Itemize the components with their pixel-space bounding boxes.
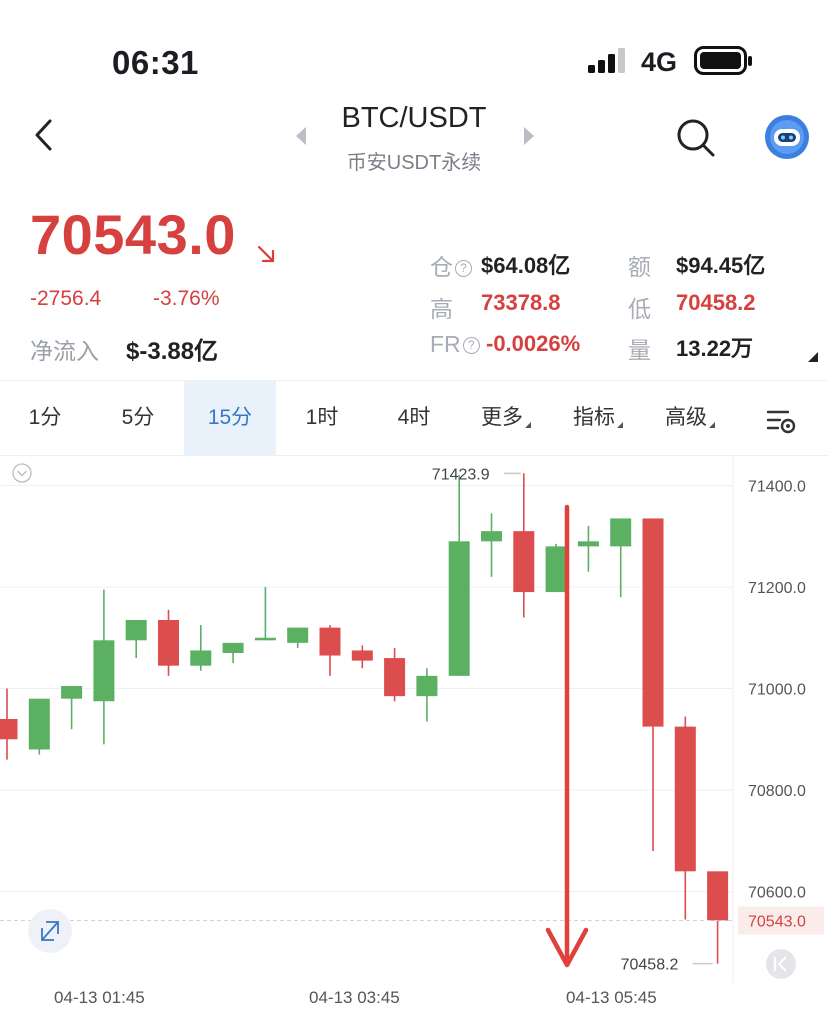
y-tick-label: 71000.0 [748,682,806,699]
tab-4h[interactable]: 4时 [368,381,460,455]
open-interest-label: 仓? [430,248,472,282]
network-type: 4G [641,47,678,77]
candle [0,688,18,760]
candle [610,518,632,598]
low-value: 70458.2 [676,290,756,315]
candle [448,475,470,676]
candle [481,513,502,577]
chart-settings-icon[interactable] [766,408,798,436]
jump-latest-icon[interactable] [766,949,796,979]
candle [416,668,438,722]
last-price-label: 70543.0 [748,914,806,931]
volume-value: 13.22万 [676,336,754,361]
help-icon[interactable]: ? [462,337,480,354]
candle [254,587,276,641]
down-arrow-icon [257,245,275,263]
y-tick-label: 70600.0 [748,885,806,902]
price-change: -2756.4 [30,287,102,310]
help-icon[interactable]: ? [455,260,472,277]
candle [384,647,406,702]
candle [319,625,341,676]
tab-advanced[interactable]: 高级 [644,381,736,455]
net-inflow-label: 净流入 [30,338,99,364]
tab-15m[interactable]: 15分 [184,381,276,455]
tab-more[interactable]: 更多 [460,381,552,455]
search-icon[interactable] [676,118,716,158]
tab-1h[interactable]: 1时 [276,381,368,455]
x-label: 04-13 01:45 [54,988,145,1007]
high-label: 高 [430,296,453,322]
candle [287,627,309,648]
candle [93,589,115,745]
candle [707,871,729,964]
low-marker-label: 70458.2 [621,957,679,974]
status-time: 06:31 [112,44,199,81]
volume-label: 量 [628,337,651,363]
low-label: 低 [628,296,651,322]
assistant-bot-icon[interactable] [764,114,810,160]
collapse-icon[interactable] [12,463,32,483]
y-tick-label: 71200.0 [748,580,806,597]
candle [545,543,567,593]
y-tick-label: 71400.0 [748,478,806,495]
candle [28,698,50,755]
battery-icon [694,46,752,75]
candle [674,716,696,920]
signal-icon [588,48,625,73]
turnover-label: 额 [628,254,651,280]
candle [190,625,212,671]
candle [513,473,535,618]
candle [351,645,373,669]
funding-rate-label: FR? [430,331,480,358]
candle [125,620,147,659]
candle [158,609,179,676]
tab-1m[interactable]: 1分 [0,381,90,455]
fullscreen-icon[interactable] [28,909,72,953]
net-inflow-value: $-3.88亿 [126,338,219,365]
open-interest-value: $64.08亿 [481,253,571,278]
tab-5m[interactable]: 5分 [92,381,184,455]
candlestick-chart[interactable]: 71400.0 71200.0 71000.0 70800.0 70600.0 7142… [0,455,828,983]
x-label: 04-13 05:45 [566,988,657,1007]
turnover-value: $94.45亿 [676,253,766,278]
candle [577,526,599,572]
x-label: 04-13 03:45 [309,988,400,1007]
price-change-pct: -3.76% [153,287,220,310]
high-value: 73378.8 [481,290,561,315]
expand-corner-icon[interactable] [808,352,818,362]
last-price: 70543.0 [30,203,236,266]
y-tick-label: 70800.0 [748,783,806,800]
tab-indicators[interactable]: 指标 [552,381,644,455]
candle [642,518,664,851]
candle [61,686,83,730]
funding-rate-value: -0.0026% [486,331,581,356]
high-marker-label: 71423.9 [432,466,490,483]
next-pair-icon[interactable] [522,126,536,146]
candle [222,642,244,664]
timeframe-tabs: 1分 5分 15分 1时 4时 更多 指标 高级 [0,380,828,456]
